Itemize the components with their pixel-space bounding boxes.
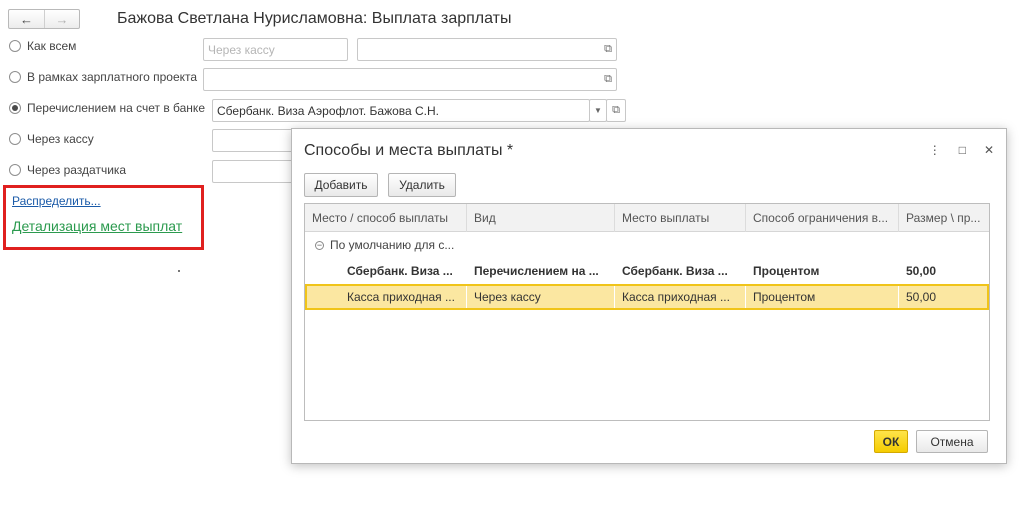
column-header[interactable]: Размер \ пр... xyxy=(899,204,989,232)
kak-vsem-place-field[interactable]: ⧉ xyxy=(357,38,617,61)
bank-account-open[interactable]: ⧉ xyxy=(606,99,626,122)
radio-icon[interactable] xyxy=(9,40,21,52)
cancel-button[interactable]: Отмена xyxy=(916,430,988,453)
cell-location: Сбербанк. Виза ... xyxy=(622,264,728,278)
group-label: По умолчанию для с... xyxy=(330,238,455,252)
open-icon[interactable]: ⧉ xyxy=(604,73,612,86)
column-header[interactable]: Место выплаты xyxy=(615,204,746,232)
payment-methods-table: Место / способ выплаты Вид Место выплаты… xyxy=(304,203,990,421)
payment-methods-dialog: Способы и места выплаты * ⋮ □ ✕ Добавить… xyxy=(291,128,1007,464)
cell-limit: Процентом xyxy=(753,264,820,278)
nav-buttons: ← → xyxy=(8,9,80,29)
stray-dot xyxy=(178,270,180,272)
column-header[interactable]: Способ ограничения в... xyxy=(746,204,899,232)
table-row-selected[interactable]: Касса приходная ... Через кассу Касса пр… xyxy=(305,284,989,310)
cell-kind: Перечислением на ... xyxy=(474,264,599,278)
open-icon[interactable]: ⧉ xyxy=(604,43,612,56)
cell-size: 50,00 xyxy=(906,290,937,304)
page-title: Бажова Светлана Нурисламовна: Выплата за… xyxy=(117,10,512,27)
cell-place: Сбербанк. Виза ... xyxy=(347,264,453,278)
more-icon[interactable]: ⋮ xyxy=(929,143,941,157)
cell-size: 50,00 xyxy=(906,264,937,278)
ok-button[interactable]: ОК xyxy=(874,430,908,453)
chevron-down-icon: ▼ xyxy=(594,106,602,115)
bank-account-dropdown[interactable]: ▼ xyxy=(589,99,607,122)
delete-button[interactable]: Удалить xyxy=(388,173,456,197)
cell-place: Касса приходная ... xyxy=(305,284,467,310)
bank-account-field[interactable]: Сбербанк. Виза Аэрофлот. Бажова С.Н. xyxy=(212,99,590,122)
option-label: Перечислением на счет в банке xyxy=(27,101,205,115)
add-button[interactable]: Добавить xyxy=(304,173,378,197)
distributor-field[interactable] xyxy=(212,160,302,183)
dialog-title: Способы и места выплаты * xyxy=(304,142,514,159)
column-header[interactable]: Место / способ выплаты xyxy=(305,204,467,232)
cash-desk-field[interactable] xyxy=(212,129,302,152)
option-label: Как всем xyxy=(27,39,77,53)
table-row[interactable]: Сбербанк. Виза ... Перечислением на ... … xyxy=(305,258,989,284)
group-row[interactable]: − По умолчанию для с... xyxy=(305,232,989,258)
cell-kind: Через кассу xyxy=(467,284,615,310)
radio-selected-icon[interactable] xyxy=(9,102,21,114)
salary-project-field[interactable]: ⧉ xyxy=(203,68,617,91)
maximize-icon[interactable]: □ xyxy=(959,143,966,157)
payment-places-detail-link[interactable]: Детализация мест выплат xyxy=(12,218,182,234)
radio-icon[interactable] xyxy=(9,71,21,83)
back-arrow-icon[interactable]: ← xyxy=(9,10,44,28)
close-icon[interactable]: ✕ xyxy=(984,143,994,157)
field-placeholder: Через кассу xyxy=(208,42,275,57)
cell-limit: Процентом xyxy=(746,284,899,310)
option-distributor[interactable]: Через раздатчика xyxy=(9,163,126,177)
option-label: Через кассу xyxy=(27,132,94,146)
option-salary-project[interactable]: В рамках зарплатного проекта xyxy=(9,70,197,84)
collapse-icon[interactable]: − xyxy=(315,240,324,250)
kak-vsem-method-field[interactable]: Через кассу xyxy=(203,38,348,61)
option-label: Через раздатчика xyxy=(27,163,127,177)
dialog-controls: ⋮ □ ✕ xyxy=(929,143,994,157)
option-cash-desk[interactable]: Через кассу xyxy=(9,132,94,146)
radio-icon[interactable] xyxy=(9,133,21,145)
distribute-link[interactable]: Распределить... xyxy=(12,194,101,208)
open-icon: ⧉ xyxy=(612,104,620,116)
option-kak-vsem[interactable]: Как всем xyxy=(9,39,76,53)
forward-arrow-icon[interactable]: → xyxy=(43,10,79,28)
option-label: В рамках зарплатного проекта xyxy=(27,70,198,84)
column-header[interactable]: Вид xyxy=(467,204,615,232)
table-header: Место / способ выплаты Вид Место выплаты… xyxy=(305,204,989,232)
cell-location: Касса приходная ... xyxy=(615,284,746,310)
option-bank-account[interactable]: Перечислением на счет в банке xyxy=(9,101,205,115)
field-value: Сбербанк. Виза Аэрофлот. Бажова С.Н. xyxy=(217,103,440,118)
radio-icon[interactable] xyxy=(9,164,21,176)
